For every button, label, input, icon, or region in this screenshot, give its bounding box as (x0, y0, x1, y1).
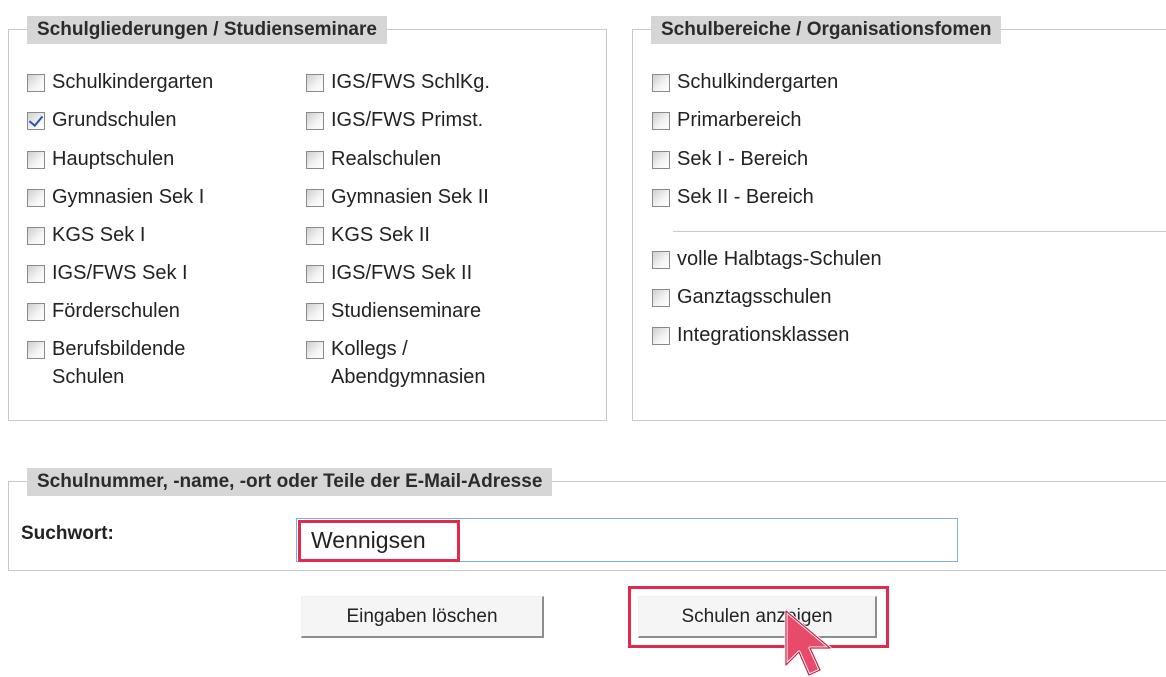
checkbox-box[interactable] (27, 303, 45, 321)
checkbox-label-line1: Kollegs / (331, 338, 408, 360)
checkbox-box[interactable] (306, 112, 324, 130)
checkbox-box[interactable] (652, 151, 670, 169)
checkbox-primarbereich[interactable]: Primarbereich (652, 106, 801, 134)
checkbox-grundschulen[interactable]: Grundschulen (27, 106, 177, 134)
checkbox-label: Gymnasien Sek II (331, 186, 489, 208)
checkbox-sek-ii-bereich[interactable]: Sek II - Bereich (652, 183, 814, 211)
checkbox-box[interactable] (652, 327, 670, 345)
checkbox-box[interactable] (652, 74, 670, 92)
checkbox-box-checked[interactable] (27, 112, 45, 130)
checkbox-label: Berufsbildende Schulen (52, 335, 185, 391)
checkbox-igs-fws-sek-i[interactable]: IGS/FWS Sek I (27, 259, 188, 287)
checkbox-label: Förderschulen (52, 300, 180, 322)
checkbox-label: Schulkindergarten (52, 71, 214, 93)
checkbox-label: KGS Sek I (52, 224, 146, 246)
checkbox-berufsbildende-schulen[interactable]: Berufsbildende Schulen (27, 335, 185, 391)
school-areas-legend: Schulbereiche / Organisationsfomen (651, 16, 1002, 44)
checkbox-label: KGS Sek II (331, 224, 430, 246)
checkbox-integrationsklassen[interactable]: Integrationsklassen (652, 321, 849, 349)
checkbox-label: volle Halbtags-Schulen (677, 248, 882, 270)
search-label: Suchwort: (21, 523, 114, 544)
checkbox-box[interactable] (306, 74, 324, 92)
checkbox-hauptschulen[interactable]: Hauptschulen (27, 145, 174, 173)
checkbox-label: IGS/FWS Sek II (331, 262, 473, 284)
checkbox-box[interactable] (306, 151, 324, 169)
checkbox-box[interactable] (306, 189, 324, 207)
checkbox-label: Sek II - Bereich (677, 186, 814, 208)
checkbox-studienseminare[interactable]: Studienseminare (306, 297, 481, 325)
checkbox-label: Hauptschulen (52, 148, 175, 170)
checkbox-igs-fws-primst[interactable]: IGS/FWS Primst. (306, 106, 483, 134)
checkbox-label: Ganztagsschulen (677, 286, 832, 308)
checkbox-label: Schulkindergarten (677, 71, 839, 93)
checkbox-label: IGS/FWS SchlKg. (331, 71, 490, 93)
search-legend: Schulnummer, -name, -ort oder Teile der … (27, 468, 553, 496)
checkbox-label: Kollegs / Abendgymnasien (331, 335, 486, 391)
checkbox-igs-fws-sek-ii[interactable]: IGS/FWS Sek II (306, 259, 472, 287)
checkbox-box[interactable] (306, 303, 324, 321)
checkbox-sek-i-bereich[interactable]: Sek I - Bereich (652, 145, 808, 173)
checkbox-label: Integrationsklassen (677, 324, 850, 346)
school-types-fieldset: Schulgliederungen / Studienseminare Schu… (8, 16, 607, 421)
checkbox-box[interactable] (27, 189, 45, 207)
checkbox-igs-fws-schlkg[interactable]: IGS/FWS SchlKg. (306, 68, 490, 96)
checkbox-box[interactable] (27, 74, 45, 92)
checkbox-ganztagsschulen[interactable]: Ganztagsschulen (652, 283, 832, 311)
checkbox-box[interactable] (27, 227, 45, 245)
checkbox-kollegs-abendgymnasien[interactable]: Kollegs / Abendgymnasien (306, 335, 486, 391)
school-areas-fieldset: Schulbereiche / Organisationsfomen Schul… (632, 16, 1166, 421)
checkbox-label: IGS/FWS Primst. (331, 109, 484, 131)
checkbox-label: Studienseminare (331, 300, 482, 322)
checkbox-label-line2: Schulen (52, 366, 125, 388)
checkbox-volle-halbtags-schulen[interactable]: volle Halbtags-Schulen (652, 245, 882, 273)
checkbox-label-line1: Berufsbildende (52, 338, 186, 360)
checkbox-box[interactable] (27, 341, 45, 359)
checkbox-schulkindergarten[interactable]: Schulkindergarten (27, 68, 213, 96)
checkbox-label-line2: Abendgymnasien (331, 366, 486, 388)
checkbox-label: Gymnasien Sek I (52, 186, 205, 208)
checkbox-gymnasien-sek-ii[interactable]: Gymnasien Sek II (306, 183, 489, 211)
checkbox-kgs-sek-i[interactable]: KGS Sek I (27, 221, 145, 249)
checkbox-box[interactable] (306, 265, 324, 283)
checkbox-label: Realschulen (331, 148, 442, 170)
checkbox-box[interactable] (652, 112, 670, 130)
checkbox-box[interactable] (306, 227, 324, 245)
checkbox-kgs-sek-ii[interactable]: KGS Sek II (306, 221, 430, 249)
checkbox-box[interactable] (652, 251, 670, 269)
checkbox-label: IGS/FWS Sek I (52, 262, 188, 284)
school-types-legend: Schulgliederungen / Studienseminare (27, 16, 387, 44)
checkbox-realschulen[interactable]: Realschulen (306, 145, 441, 173)
checkbox-label: Sek I - Bereich (677, 148, 809, 170)
checkbox-label: Grundschulen (52, 109, 177, 131)
clear-inputs-button[interactable]: Eingaben löschen (301, 596, 544, 638)
checkbox-box[interactable] (652, 289, 670, 307)
checkbox-area-schulkindergarten[interactable]: Schulkindergarten (652, 68, 838, 96)
checkbox-box[interactable] (27, 151, 45, 169)
search-value-highlight (298, 520, 460, 562)
checkbox-box[interactable] (27, 265, 45, 283)
checkbox-label: Primarbereich (677, 109, 802, 131)
checkbox-box[interactable] (306, 341, 324, 359)
section-divider (673, 231, 1166, 232)
checkbox-box[interactable] (652, 189, 670, 207)
checkbox-foerderschulen[interactable]: Förderschulen (27, 297, 180, 325)
checkbox-gymnasien-sek-i[interactable]: Gymnasien Sek I (27, 183, 204, 211)
mouse-pointer-icon (784, 609, 832, 677)
